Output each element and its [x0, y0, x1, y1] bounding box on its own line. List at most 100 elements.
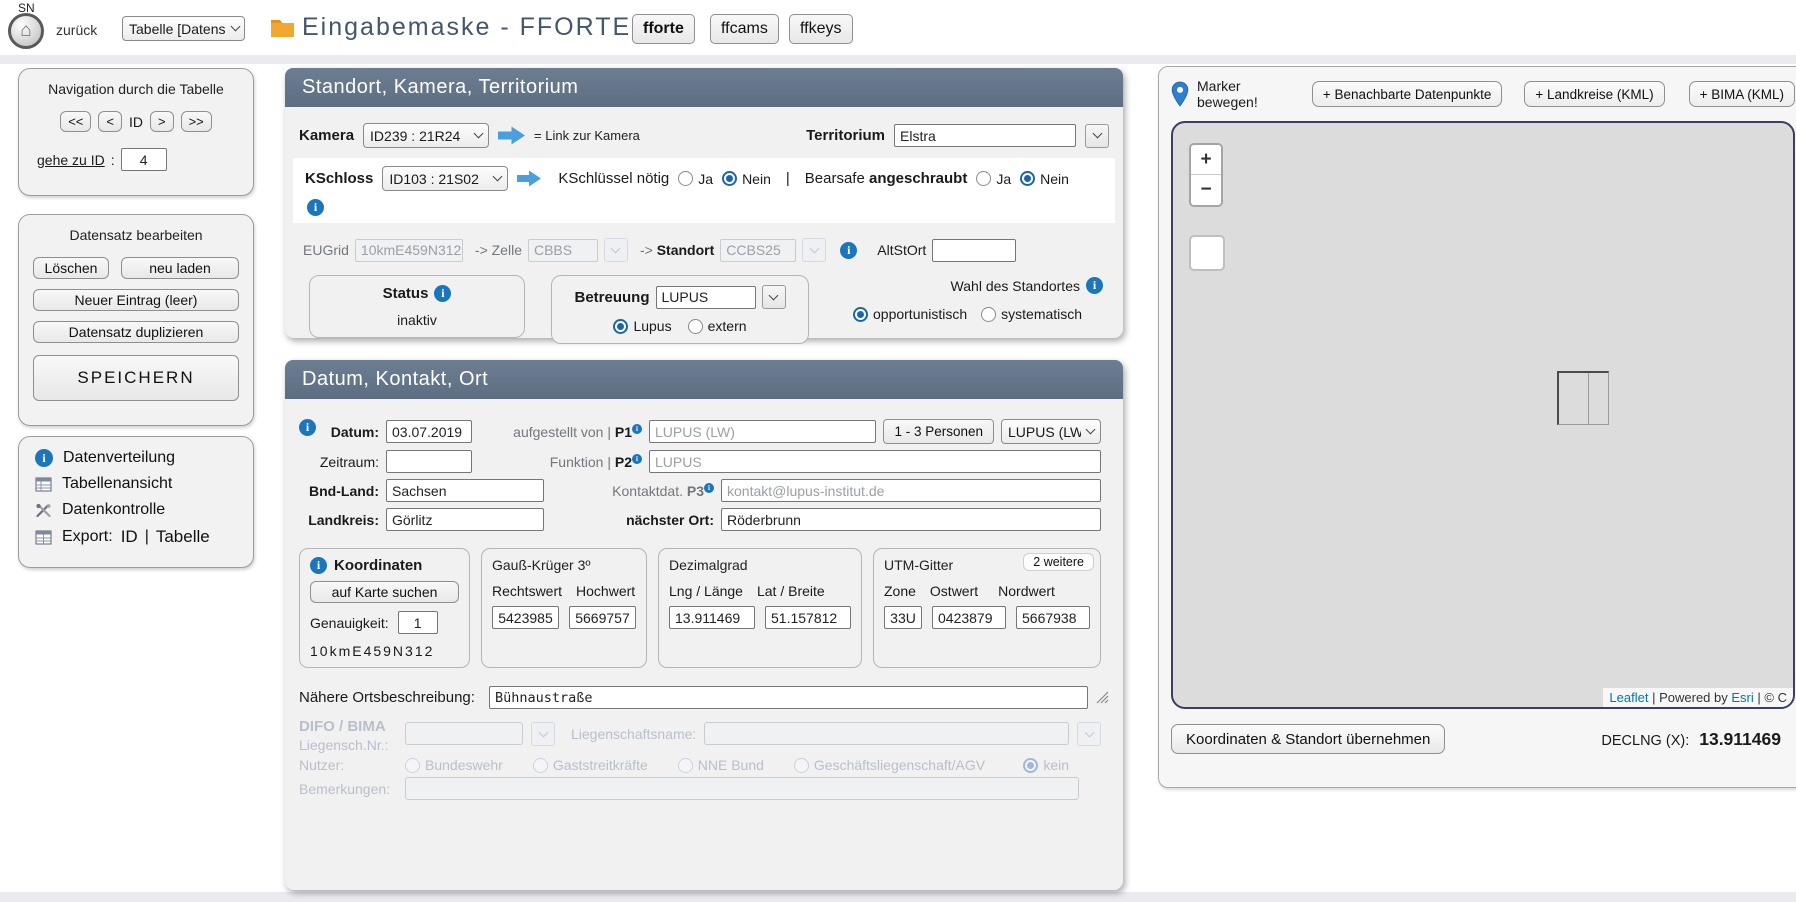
last-record-button[interactable]: >>	[181, 111, 212, 132]
status-box: Statusi inaktiv	[309, 275, 525, 338]
p1-label: aufgestellt von | P1i	[497, 424, 642, 440]
betreuung-input[interactable]: LUPUS	[656, 286, 756, 309]
duplicate-button[interactable]: Datensatz duplizieren	[33, 321, 239, 343]
kschloss-select[interactable]: ID103 : 21S02	[382, 166, 508, 191]
zoom-in-button[interactable]: +	[1191, 145, 1221, 175]
altstort-input[interactable]	[932, 239, 1016, 262]
info-superscript-icon: i	[632, 424, 642, 434]
kschluessel-nein-radio[interactable]	[722, 171, 737, 186]
back-link[interactable]: zurück	[56, 22, 97, 38]
reload-button[interactable]: neu laden	[121, 257, 239, 279]
p3-input[interactable]: kontakt@lupus-institut.de	[721, 479, 1101, 502]
kschloss-info-icon[interactable]: i	[307, 199, 324, 216]
radio-label: Ja	[698, 171, 713, 187]
betreuung-extern-radio[interactable]	[688, 319, 703, 334]
p1-select[interactable]: LUPUS (LW	[1001, 419, 1101, 444]
link-datenverteilung[interactable]: i Datenverteilung	[35, 449, 237, 467]
radio-label: extern	[708, 318, 747, 334]
link-label: Datenkontrolle	[62, 501, 165, 519]
karte-suchen-button[interactable]: auf Karte suchen	[310, 581, 459, 603]
bearsafe-ja-radio[interactable]	[976, 171, 991, 186]
weitere-button[interactable]: 2 weitere	[1023, 553, 1094, 571]
nutzer-gaststreitkraefte-radio	[533, 758, 548, 773]
hochwert-input[interactable]: 5669757	[569, 606, 636, 629]
p1-input[interactable]: LUPUS (LW)	[649, 420, 876, 443]
next-record-button[interactable]: >	[150, 111, 174, 132]
radio-label: Bundeswehr	[425, 757, 503, 773]
app-tab-ffkeys[interactable]: ffkeys	[789, 14, 853, 44]
wahl-standort-group: Wahl des Standortesi opportunistisch sys…	[853, 275, 1103, 322]
nutzer-geschaeftsliegenschaft-radio	[794, 758, 809, 773]
territorium-dropdown-button[interactable]	[1085, 124, 1109, 148]
betreuung-dropdown-button[interactable]	[762, 285, 786, 309]
bemerkungen-label: Bemerkungen:	[299, 781, 397, 797]
zoom-out-button[interactable]: −	[1191, 175, 1221, 205]
landkreis-input[interactable]: Görlitz	[386, 508, 544, 531]
kamera-select[interactable]: ID239 : 21R24	[363, 123, 489, 148]
export-id-link[interactable]: ID	[121, 527, 138, 547]
liegensch-dropdown-button	[531, 722, 555, 746]
home-button[interactable]: ⌂	[8, 13, 44, 49]
tools-icon	[35, 503, 52, 518]
app-tab-ffcams[interactable]: ffcams	[710, 14, 779, 44]
utm-col3: Nordwert	[998, 583, 1055, 599]
goto-id-link[interactable]: gehe zu ID	[37, 152, 105, 168]
kschluessel-ja-radio[interactable]	[678, 171, 693, 186]
p2-input[interactable]: LUPUS	[649, 450, 1101, 473]
datenpunkte-button[interactable]: + Benachbarte Datenpunkte	[1312, 81, 1503, 107]
kschloss-select-value: ID103 : 21S02	[389, 171, 479, 187]
datum-info-icon[interactable]: i	[299, 419, 316, 436]
standort-info-icon[interactable]: i	[840, 242, 857, 259]
wahl-info-icon[interactable]: i	[1086, 277, 1103, 294]
genauigkeit-input[interactable]: 1	[398, 611, 438, 634]
radio-label: Geschäftsliegenschaft/AGV	[814, 757, 985, 773]
koordinaten-info-icon[interactable]: i	[310, 557, 327, 574]
utm-ostwert-input[interactable]: 0423879	[932, 606, 1006, 629]
map-layers-control[interactable]	[1189, 235, 1225, 271]
wahl-systematisch-radio[interactable]	[981, 307, 996, 322]
betreuung-lupus-radio[interactable]	[613, 319, 628, 334]
bearsafe-nein-radio[interactable]	[1020, 171, 1035, 186]
utm-nordwert-input[interactable]: 5667938	[1016, 606, 1090, 629]
landkreise-kml-button[interactable]: + Landkreise (KML)	[1524, 81, 1664, 107]
lng-input[interactable]: 13.911469	[669, 606, 755, 629]
leaflet-link[interactable]: Leaflet	[1609, 690, 1648, 705]
table-select[interactable]: Tabelle [Datens	[122, 16, 245, 41]
export-table-link[interactable]: Tabelle	[156, 527, 210, 547]
status-info-icon[interactable]: i	[434, 285, 451, 302]
save-button[interactable]: SPEICHERN	[33, 355, 239, 401]
first-record-button[interactable]: <<	[60, 111, 91, 132]
app-tab-fforte[interactable]: fforte	[632, 14, 695, 44]
lat-input[interactable]: 51.157812	[765, 606, 851, 629]
esri-link[interactable]: Esri	[1731, 690, 1753, 705]
rechtswert-input[interactable]: 5423985	[492, 606, 559, 629]
personen-button[interactable]: 1 - 3 Personen	[883, 419, 994, 444]
bima-kml-button[interactable]: + BIMA (KML)	[1689, 81, 1795, 107]
link-tabellenansicht[interactable]: Tabellenansicht	[35, 475, 237, 493]
datum-input[interactable]: 03.07.2019	[386, 420, 472, 443]
apply-coordinates-button[interactable]: Koordinaten & Standort übernehmen	[1171, 724, 1445, 754]
utm-zone-input[interactable]: 33U	[884, 606, 922, 629]
ort-naechster-input[interactable]: Röderbrunn	[721, 508, 1101, 531]
zeitraum-input[interactable]	[386, 450, 472, 473]
bndland-input[interactable]: Sachsen	[386, 479, 544, 502]
camera-link-arrow-icon[interactable]	[498, 126, 525, 145]
utm-col2: Ostwert	[930, 583, 978, 599]
zelle-input: CBBS	[528, 239, 598, 262]
kschloss-link-arrow-icon[interactable]	[517, 170, 541, 187]
map-area[interactable]: + − Leaflet | Powered by Esri | © C	[1171, 121, 1795, 709]
difo-title: DIFO / BIMA	[299, 718, 397, 735]
goto-id-input[interactable]: 4	[121, 148, 167, 171]
delete-button[interactable]: Löschen	[33, 257, 109, 279]
wahl-opportunistisch-radio[interactable]	[853, 307, 868, 322]
prev-record-button[interactable]: <	[98, 111, 122, 132]
gk-title: Gauß-Krüger 3º	[492, 557, 636, 573]
ortsbeschreibung-input[interactable]: Bühnaustraße	[489, 686, 1088, 709]
territorium-input[interactable]: Elstra	[894, 124, 1076, 147]
chevron-down-icon	[1084, 727, 1094, 737]
resize-handle-icon[interactable]	[1096, 691, 1109, 704]
export-icon	[35, 530, 52, 545]
new-entry-button[interactable]: Neuer Eintrag (leer)	[33, 289, 239, 311]
map-zoom-control: + −	[1189, 143, 1223, 207]
link-datenkontrolle[interactable]: Datenkontrolle	[35, 501, 237, 519]
